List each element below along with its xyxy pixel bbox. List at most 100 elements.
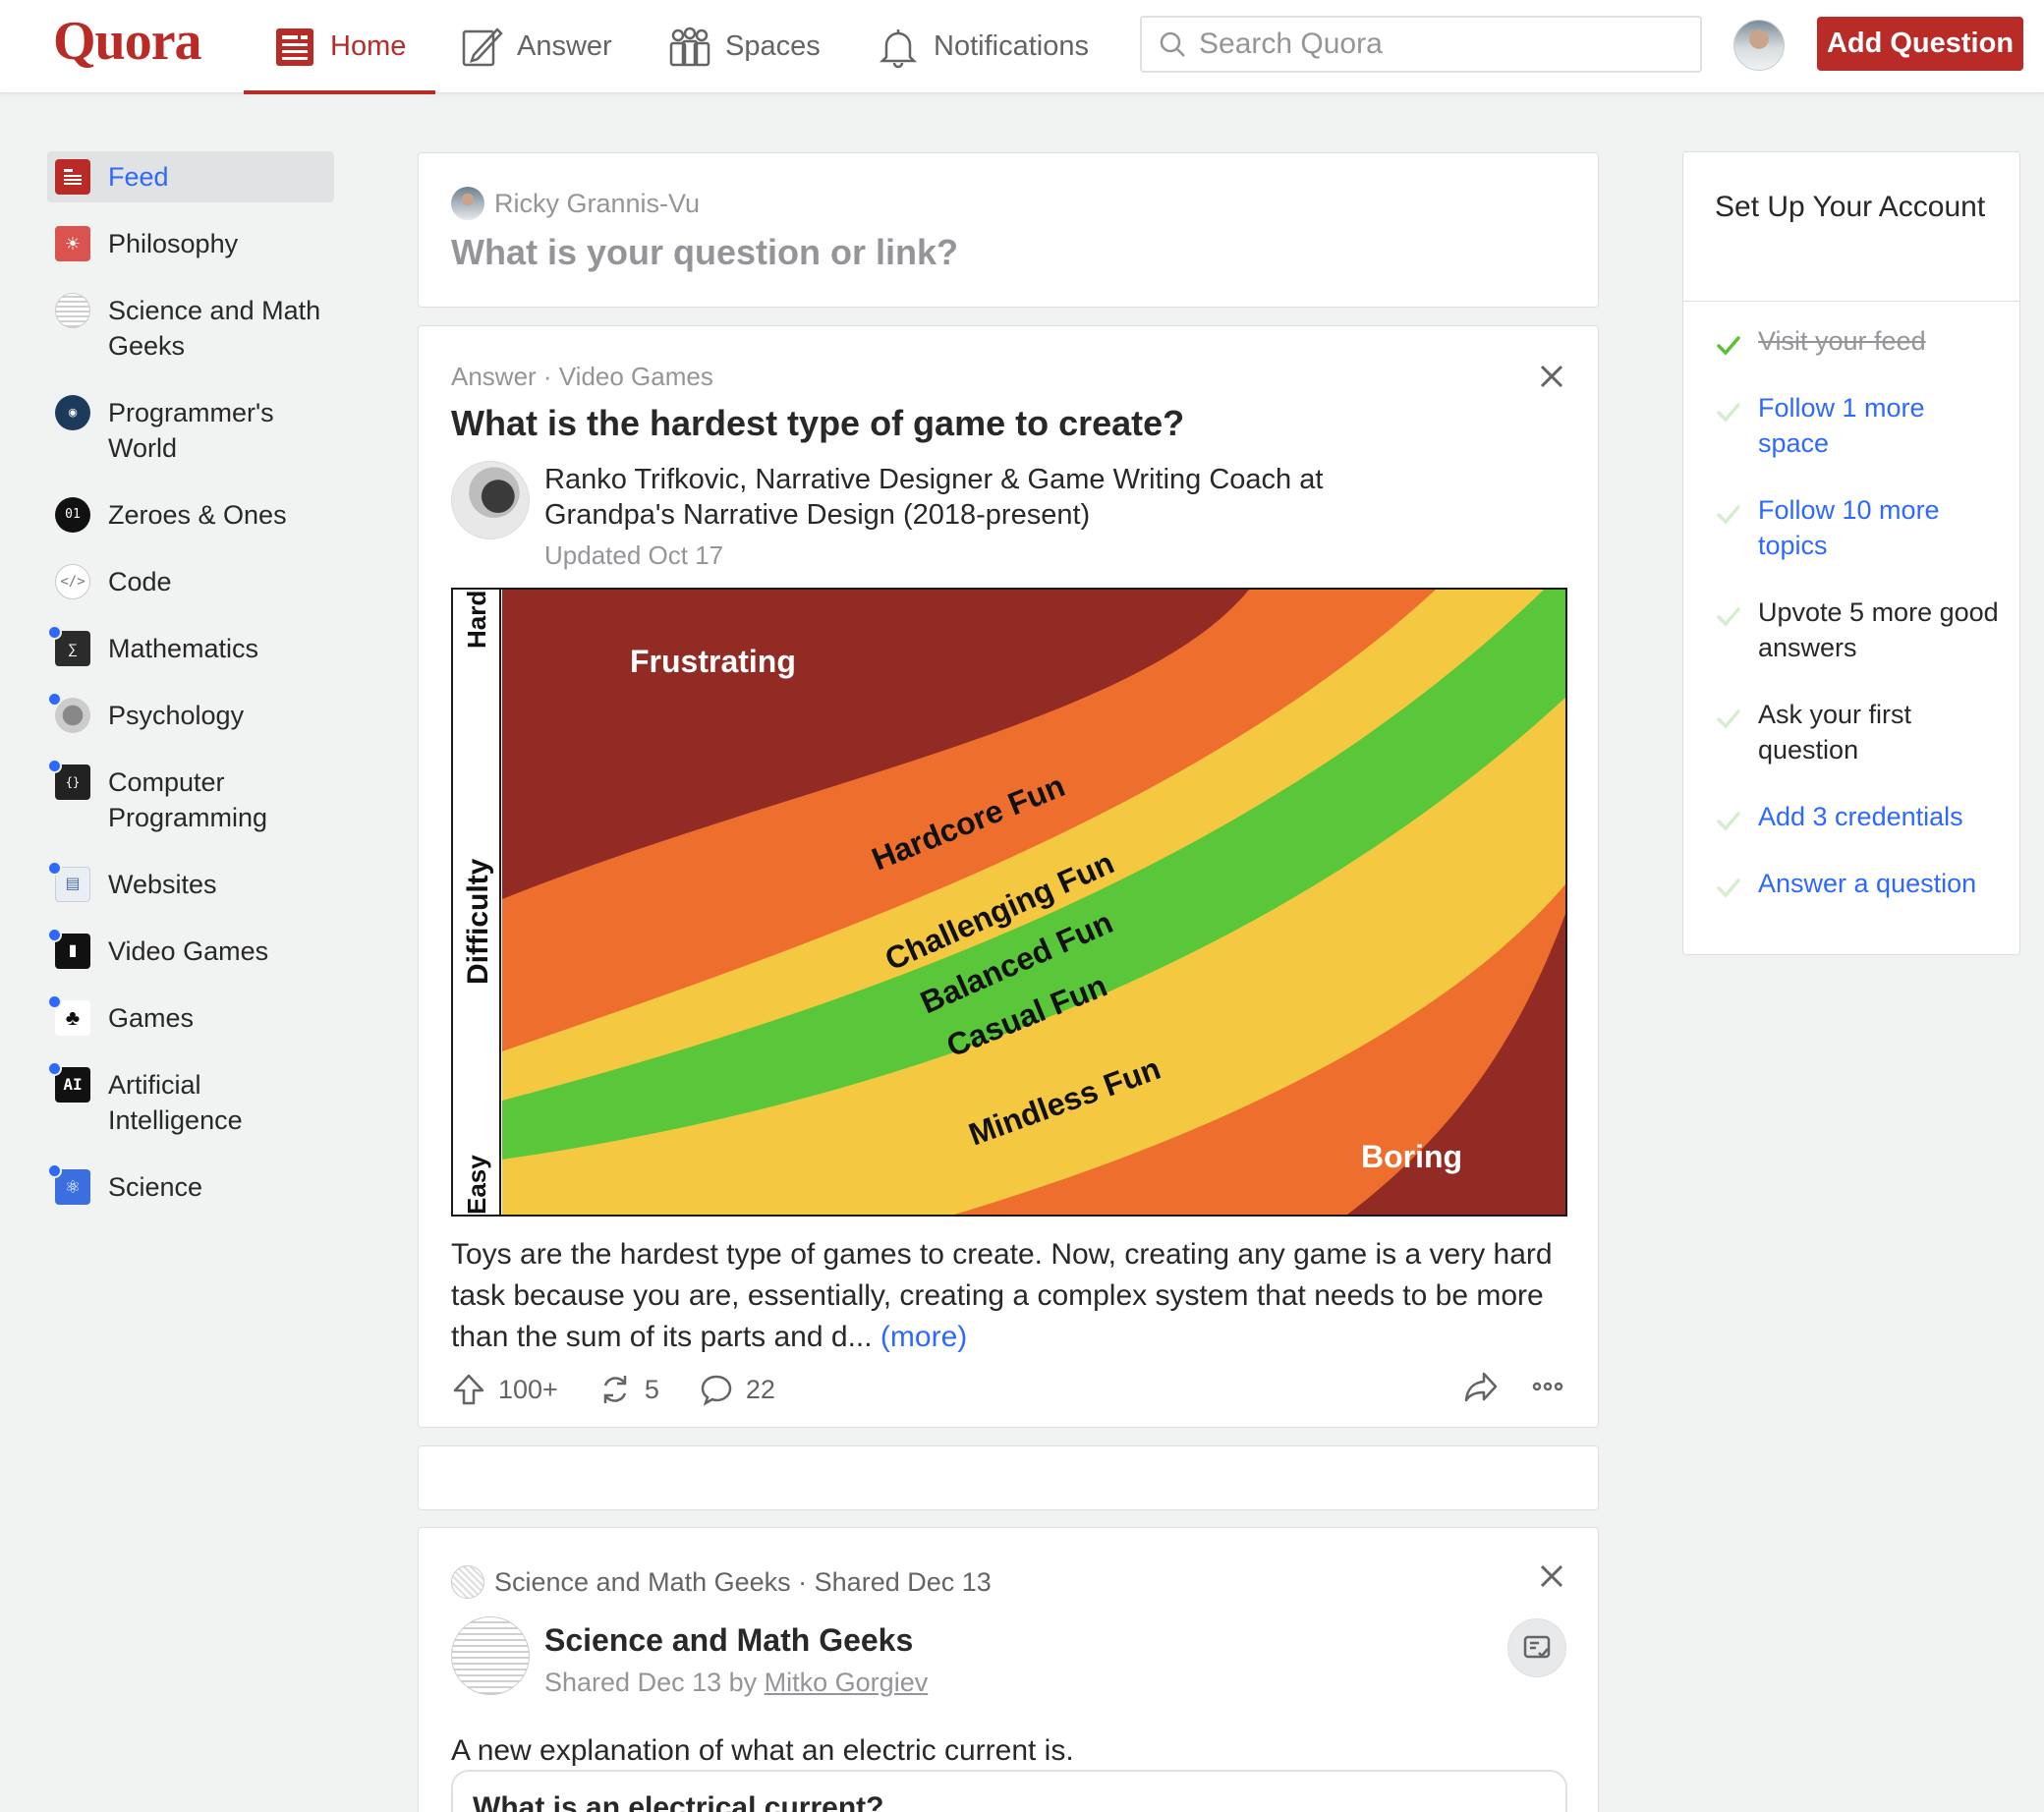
setup-item-label: Answer a question <box>1758 869 1977 898</box>
quora-logo[interactable]: Quora <box>53 10 202 73</box>
sidebar-item-video-games[interactable]: ▮ Video Games <box>47 926 334 977</box>
sidebar-item-label: Code <box>108 567 172 596</box>
unread-dot <box>47 625 62 640</box>
unread-dot <box>47 1061 62 1076</box>
unread-dot <box>47 928 62 942</box>
sidebar-item-label: Philosophy <box>108 229 239 258</box>
setup-item-label: Follow 10 more topics <box>1758 495 1940 560</box>
sidebar-item-zeroes-ones[interactable]: 01 Zeroes & Ones <box>47 489 334 540</box>
check-icon <box>1717 336 1740 356</box>
nav-spaces[interactable]: Spaces <box>668 0 821 93</box>
unread-dot <box>47 759 62 773</box>
shared-meta[interactable]: Science and Math Geeks · Shared Dec 13 <box>494 1567 992 1598</box>
close-icon[interactable] <box>1535 360 1568 393</box>
search-box[interactable] <box>1140 16 1702 73</box>
close-icon[interactable] <box>1535 1559 1568 1593</box>
sidebar-item-label: Science and Math Geeks <box>108 296 321 361</box>
check-icon <box>1717 878 1740 898</box>
embedded-question-card[interactable]: What is an electrical current? <box>451 1770 1567 1812</box>
philosophy-icon: ☀ <box>55 226 90 261</box>
empty-feed-card <box>418 1445 1599 1510</box>
sidebar-item-programmers-world[interactable]: ◉ Programmer's World <box>47 387 334 474</box>
sidebar-item-games[interactable]: ♣ Games <box>47 992 334 1044</box>
setup-account-panel: Set Up Your Account Visit your feed Foll… <box>1682 151 2020 955</box>
more-options-icon[interactable] <box>1529 1368 1566 1405</box>
setup-item-add-credentials[interactable]: Add 3 credentials <box>1683 799 2019 834</box>
space-avatar[interactable] <box>451 1616 530 1695</box>
author-credential[interactable]: Ranko Trifkovic, Narrative Designer & Ga… <box>544 462 1429 533</box>
sidebar-item-label: Video Games <box>108 936 269 966</box>
unread-dot <box>47 692 62 707</box>
add-question-button[interactable]: Add Question <box>1817 17 2023 71</box>
comment-button[interactable]: 22 <box>699 1372 775 1407</box>
sidebar-item-feed[interactable]: Feed <box>47 151 334 202</box>
profile-avatar[interactable] <box>1733 20 1785 71</box>
nav-spaces-label: Spaces <box>725 30 821 62</box>
pencil-square-icon <box>462 27 503 66</box>
check-icon <box>1717 709 1740 729</box>
unread-dot <box>47 861 62 876</box>
nav-answer[interactable]: Answer <box>460 0 612 93</box>
home-feed-icon <box>276 28 313 66</box>
ask-user-name: Ricky Grannis-Vu <box>494 188 701 218</box>
sidebar-item-websites[interactable]: ▤ Websites <box>47 859 334 910</box>
setup-item-label: Upvote 5 more good answers <box>1758 597 1999 662</box>
top-nav-bar: Quora Home Answer Spaces Notifications A… <box>0 0 2044 94</box>
search-input[interactable] <box>1199 28 1671 61</box>
sidebar-item-psychology[interactable]: Psychology <box>47 690 334 741</box>
reshare-button[interactable]: 5 <box>597 1372 659 1407</box>
nav-notifications[interactable]: Notifications <box>877 0 1089 93</box>
nav-notifications-label: Notifications <box>934 30 1089 62</box>
setup-item-upvote-answers: Upvote 5 more good answers <box>1683 595 2019 665</box>
zeroes-ones-icon: 01 <box>55 497 90 533</box>
y-axis-top-label: Hard <box>462 591 491 649</box>
sidebar-item-label: Mathematics <box>108 634 259 663</box>
sidebar-item-label: Websites <box>108 870 217 899</box>
shared-text: A new explanation of what an electric cu… <box>451 1734 1074 1767</box>
setup-title: Set Up Your Account <box>1683 152 2019 302</box>
answer-image-difficulty-chart[interactable]: Hard Difficulty Easy Frustrating Hardcor… <box>451 588 1567 1217</box>
ask-question-card[interactable]: Ricky Grannis-Vu What is your question o… <box>418 152 1599 308</box>
setup-item-follow-space[interactable]: Follow 1 more space <box>1683 390 2019 461</box>
search-icon <box>1160 31 1185 57</box>
space-title[interactable]: Science and Math Geeks <box>544 1622 913 1659</box>
ask-user-row: Ricky Grannis-Vu <box>451 187 700 220</box>
sidebar-item-science[interactable]: ⚛ Science <box>47 1161 334 1213</box>
setup-item-answer-question[interactable]: Answer a question <box>1683 866 2019 901</box>
sidebar-item-label: Science <box>108 1172 203 1202</box>
sidebar: Feed ☀ Philosophy Science and Math Geeks… <box>47 151 334 1228</box>
feed-icon <box>55 159 90 195</box>
sidebar-item-philosophy[interactable]: ☀ Philosophy <box>47 218 334 269</box>
setup-item-label: Add 3 credentials <box>1758 802 1963 831</box>
follow-space-icon <box>1523 1635 1551 1659</box>
sidebar-item-mathematics[interactable]: ∑ Mathematics <box>47 623 334 674</box>
shared-post-card: Science and Math Geeks · Shared Dec 13 S… <box>418 1527 1599 1812</box>
ask-prompt[interactable]: What is your question or link? <box>451 232 958 273</box>
sidebar-item-code[interactable]: </> Code <box>47 556 334 607</box>
comment-count: 22 <box>745 1374 775 1404</box>
setup-item-follow-topics[interactable]: Follow 10 more topics <box>1683 492 2019 563</box>
nav-home-label: Home <box>330 30 407 62</box>
more-link[interactable]: (more) <box>880 1321 967 1353</box>
sidebar-item-science-math-geeks[interactable]: Science and Math Geeks <box>47 285 334 371</box>
sidebar-item-computer-programming[interactable]: {} Computer Programming <box>47 757 334 843</box>
code-icon: </> <box>55 564 90 599</box>
reshare-count: 5 <box>644 1374 659 1404</box>
nav-home[interactable]: Home <box>243 0 436 94</box>
unread-dot <box>47 994 62 1009</box>
share-arrow-icon[interactable] <box>1462 1368 1500 1405</box>
upvote-arrow-icon <box>453 1374 484 1405</box>
upvote-button[interactable]: 100+ <box>451 1372 558 1407</box>
check-icon <box>1717 607 1740 627</box>
sidebar-item-artificial-intelligence[interactable]: AI Artificial Intelligence <box>47 1059 334 1146</box>
embedded-question-title[interactable]: What is an electrical current? <box>473 1791 883 1812</box>
author-avatar[interactable] <box>451 461 530 539</box>
setup-item-visit-feed[interactable]: Visit your feed <box>1683 323 2019 359</box>
comment-bubble-icon <box>701 1375 732 1406</box>
check-icon <box>1717 403 1740 423</box>
question-title[interactable]: What is the hardest type of game to crea… <box>451 403 1184 444</box>
follow-space-button[interactable] <box>1507 1618 1566 1677</box>
answer-body[interactable]: Toys are the hardest type of games to cr… <box>451 1234 1561 1358</box>
shared-author-link[interactable]: Mitko Gorgiev <box>765 1668 929 1697</box>
space-mini-avatar <box>451 1565 484 1599</box>
